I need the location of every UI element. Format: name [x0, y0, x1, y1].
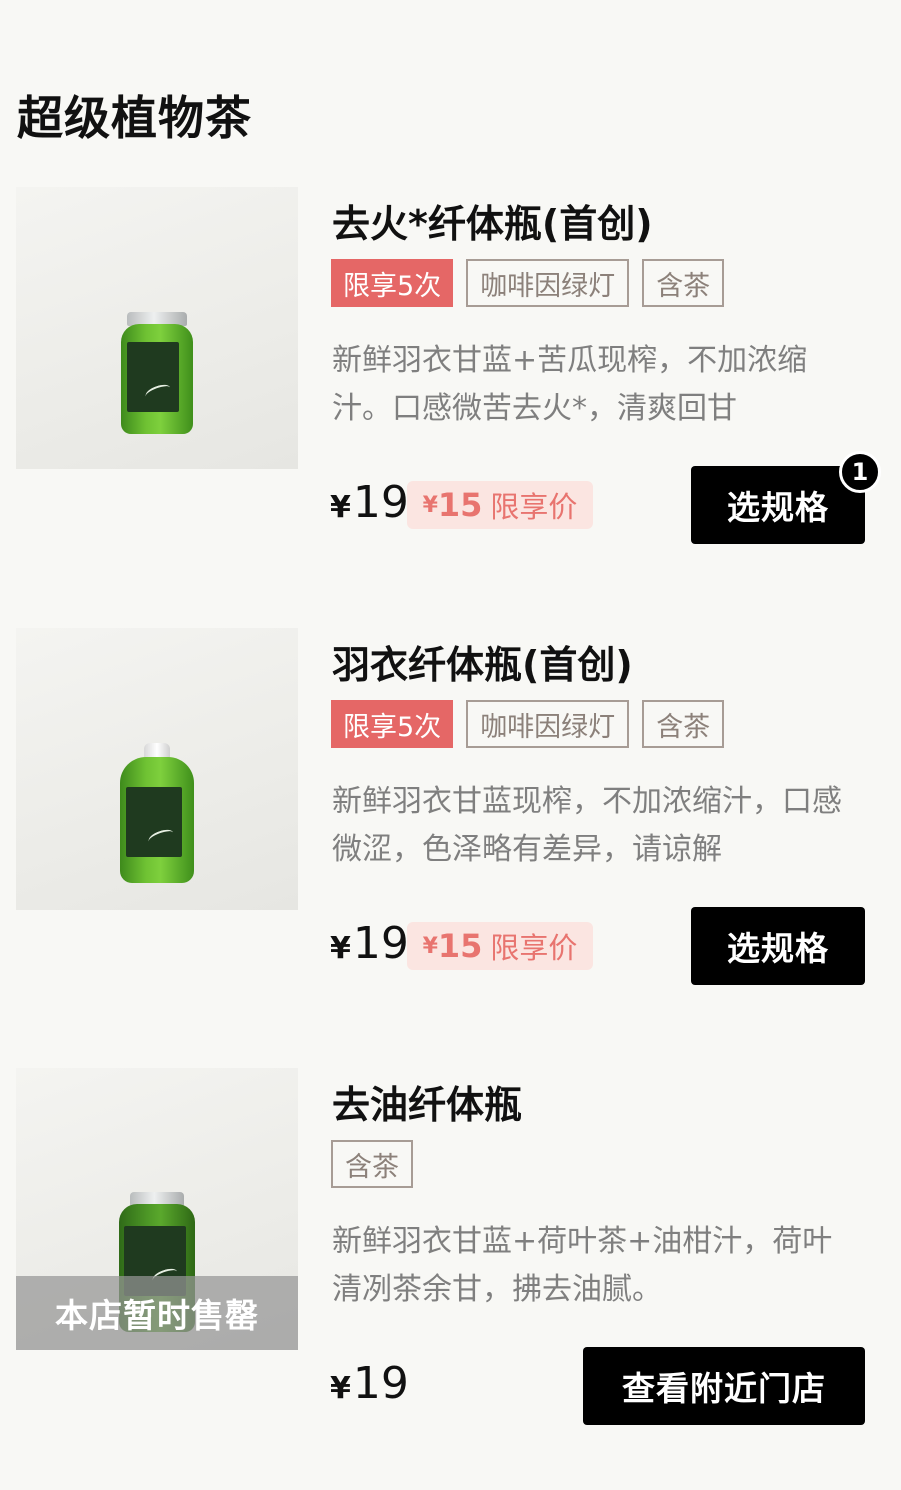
juice-bottle-icon [120, 743, 194, 883]
price-value: 19 [352, 477, 409, 528]
currency-symbol: ¥ [330, 490, 351, 525]
product-price: ¥19 [330, 1358, 409, 1409]
view-nearby-stores-button[interactable]: 查看附近门店 [583, 1347, 865, 1425]
currency-symbol: ¥ [330, 1371, 351, 1406]
tag-list: 含茶 [331, 1140, 413, 1188]
sold-out-overlay: 本店暂时售罄 [16, 1276, 298, 1350]
limit-tag: 限享5次 [331, 700, 454, 748]
cart-count-badge: 1 [839, 451, 881, 493]
tag-list: 限享5次 咖啡因绿灯 含茶 [331, 700, 725, 748]
product-name: 去油纤体瓶 [332, 1083, 523, 1127]
caffeine-tag: 咖啡因绿灯 [466, 259, 630, 307]
promo-currency: ¥ [422, 492, 438, 518]
select-spec-button[interactable]: 选规格 [691, 907, 865, 985]
caffeine-tag: 咖啡因绿灯 [466, 700, 630, 748]
product-image[interactable]: 本店暂时售罄 [16, 1068, 298, 1350]
menu-page: 超级植物茶 去火*纤体瓶(首创) 限享5次 咖啡因绿灯 含茶 新鲜羽衣甘蓝+苦瓜… [0, 0, 901, 1490]
product-description: 新鲜羽衣甘蓝+荷叶茶+油柑汁，荷叶清冽茶余甘，拂去油腻。 [332, 1224, 833, 1307]
promo-label: 限享价 [490, 931, 578, 965]
product-image[interactable] [16, 628, 298, 910]
tag-list: 限享5次 咖啡因绿灯 含茶 [331, 259, 725, 307]
promo-label: 限享价 [490, 490, 578, 524]
limit-tag: 限享5次 [331, 259, 454, 307]
product-card[interactable]: 羽衣纤体瓶(首创) 限享5次 咖啡因绿灯 含茶 新鲜羽衣甘蓝现榨，不加浓缩汁，口… [0, 628, 901, 998]
price-value: 19 [352, 1358, 409, 1409]
promo-price-tag: ¥15 限享价 [407, 481, 593, 529]
product-card[interactable]: 去火*纤体瓶(首创) 限享5次 咖啡因绿灯 含茶 新鲜羽衣甘蓝+苦瓜现榨，不加浓… [0, 187, 901, 557]
product-description: 新鲜羽衣甘蓝现榨，不加浓缩汁，口感微涩，色泽略有差异，请谅解 [332, 784, 842, 867]
promo-currency: ¥ [422, 933, 438, 959]
product-price: ¥19 [330, 918, 409, 969]
promo-price-tag: ¥15 限享价 [407, 922, 593, 970]
product-price: ¥19 [330, 477, 409, 528]
price-value: 19 [352, 918, 409, 969]
product-name: 羽衣纤体瓶(首创) [332, 643, 633, 687]
product-description: 新鲜羽衣甘蓝+苦瓜现榨，不加浓缩汁。口感微苦去火*，清爽回甘 [332, 343, 808, 426]
juice-bottle-icon [121, 312, 193, 434]
currency-symbol: ¥ [330, 931, 351, 966]
product-image[interactable] [16, 187, 298, 469]
promo-price-value: 15 [437, 486, 483, 524]
tea-tag: 含茶 [331, 1140, 413, 1188]
section-title: 超级植物茶 [17, 91, 252, 145]
product-name: 去火*纤体瓶(首创) [332, 202, 653, 246]
tea-tag: 含茶 [642, 259, 725, 307]
tea-tag: 含茶 [642, 700, 725, 748]
product-card[interactable]: 本店暂时售罄 去油纤体瓶 含茶 新鲜羽衣甘蓝+荷叶茶+油柑汁，荷叶清冽茶余甘，拂… [0, 1068, 901, 1438]
promo-price-value: 15 [437, 927, 483, 965]
